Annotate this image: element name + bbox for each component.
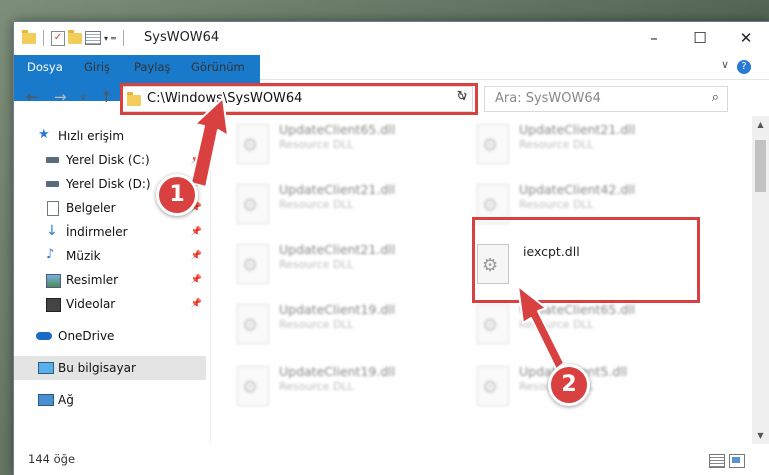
- annotation-arrows: [190, 97, 565, 370]
- callout-step-1: 1: [156, 174, 198, 216]
- arrow-2-icon: [517, 285, 565, 370]
- arrow-1-icon: [190, 97, 229, 188]
- callout-step-2: 2: [548, 364, 590, 406]
